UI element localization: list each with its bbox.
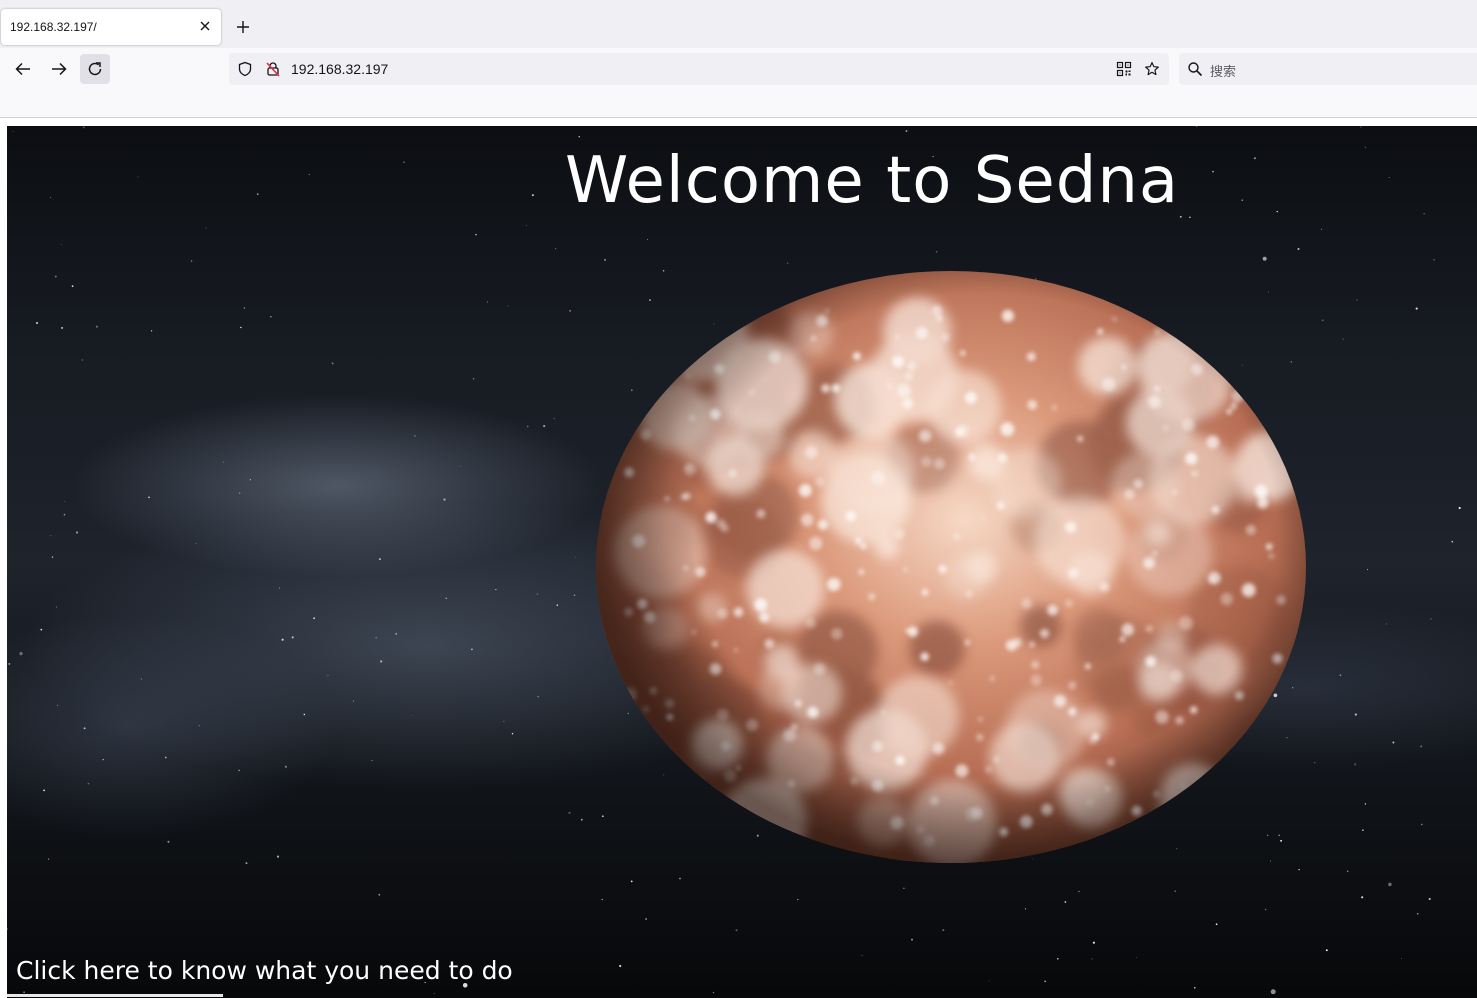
link-underline	[7, 994, 223, 997]
plus-icon[interactable]	[233, 17, 253, 37]
qr-code-icon[interactable]	[1116, 61, 1132, 77]
search-placeholder[interactable]: 搜索	[1210, 61, 1236, 80]
forward-arrow-icon[interactable]	[44, 54, 74, 84]
address-bar[interactable]: 192.168.32.197	[229, 53, 1169, 85]
instructions-link[interactable]: Click here to know what you need to do	[16, 956, 513, 985]
sedna-planet-image	[596, 271, 1306, 863]
back-arrow-icon[interactable]	[8, 54, 38, 84]
close-icon[interactable]	[197, 18, 213, 34]
url-text[interactable]: 192.168.32.197	[291, 61, 388, 77]
search-icon	[1187, 61, 1203, 77]
toolbar-divider	[0, 90, 1477, 118]
search-bar[interactable]: 搜索	[1179, 53, 1477, 85]
shield-icon[interactable]	[237, 61, 253, 77]
navigation-toolbar: 192.168.32.197 搜索	[0, 48, 1477, 90]
star-icon[interactable]	[1144, 61, 1160, 77]
active-tab[interactable]: 192.168.32.197/	[1, 9, 221, 45]
page-viewport: Welcome to Sedna Click here to know what…	[7, 126, 1477, 998]
tab-strip: 192.168.32.197/	[0, 0, 1477, 48]
page-title: Welcome to Sedna	[565, 144, 1180, 218]
reload-icon[interactable]	[80, 54, 110, 84]
tab-title: 192.168.32.197/	[10, 20, 97, 34]
insecure-lock-icon[interactable]	[265, 61, 281, 77]
